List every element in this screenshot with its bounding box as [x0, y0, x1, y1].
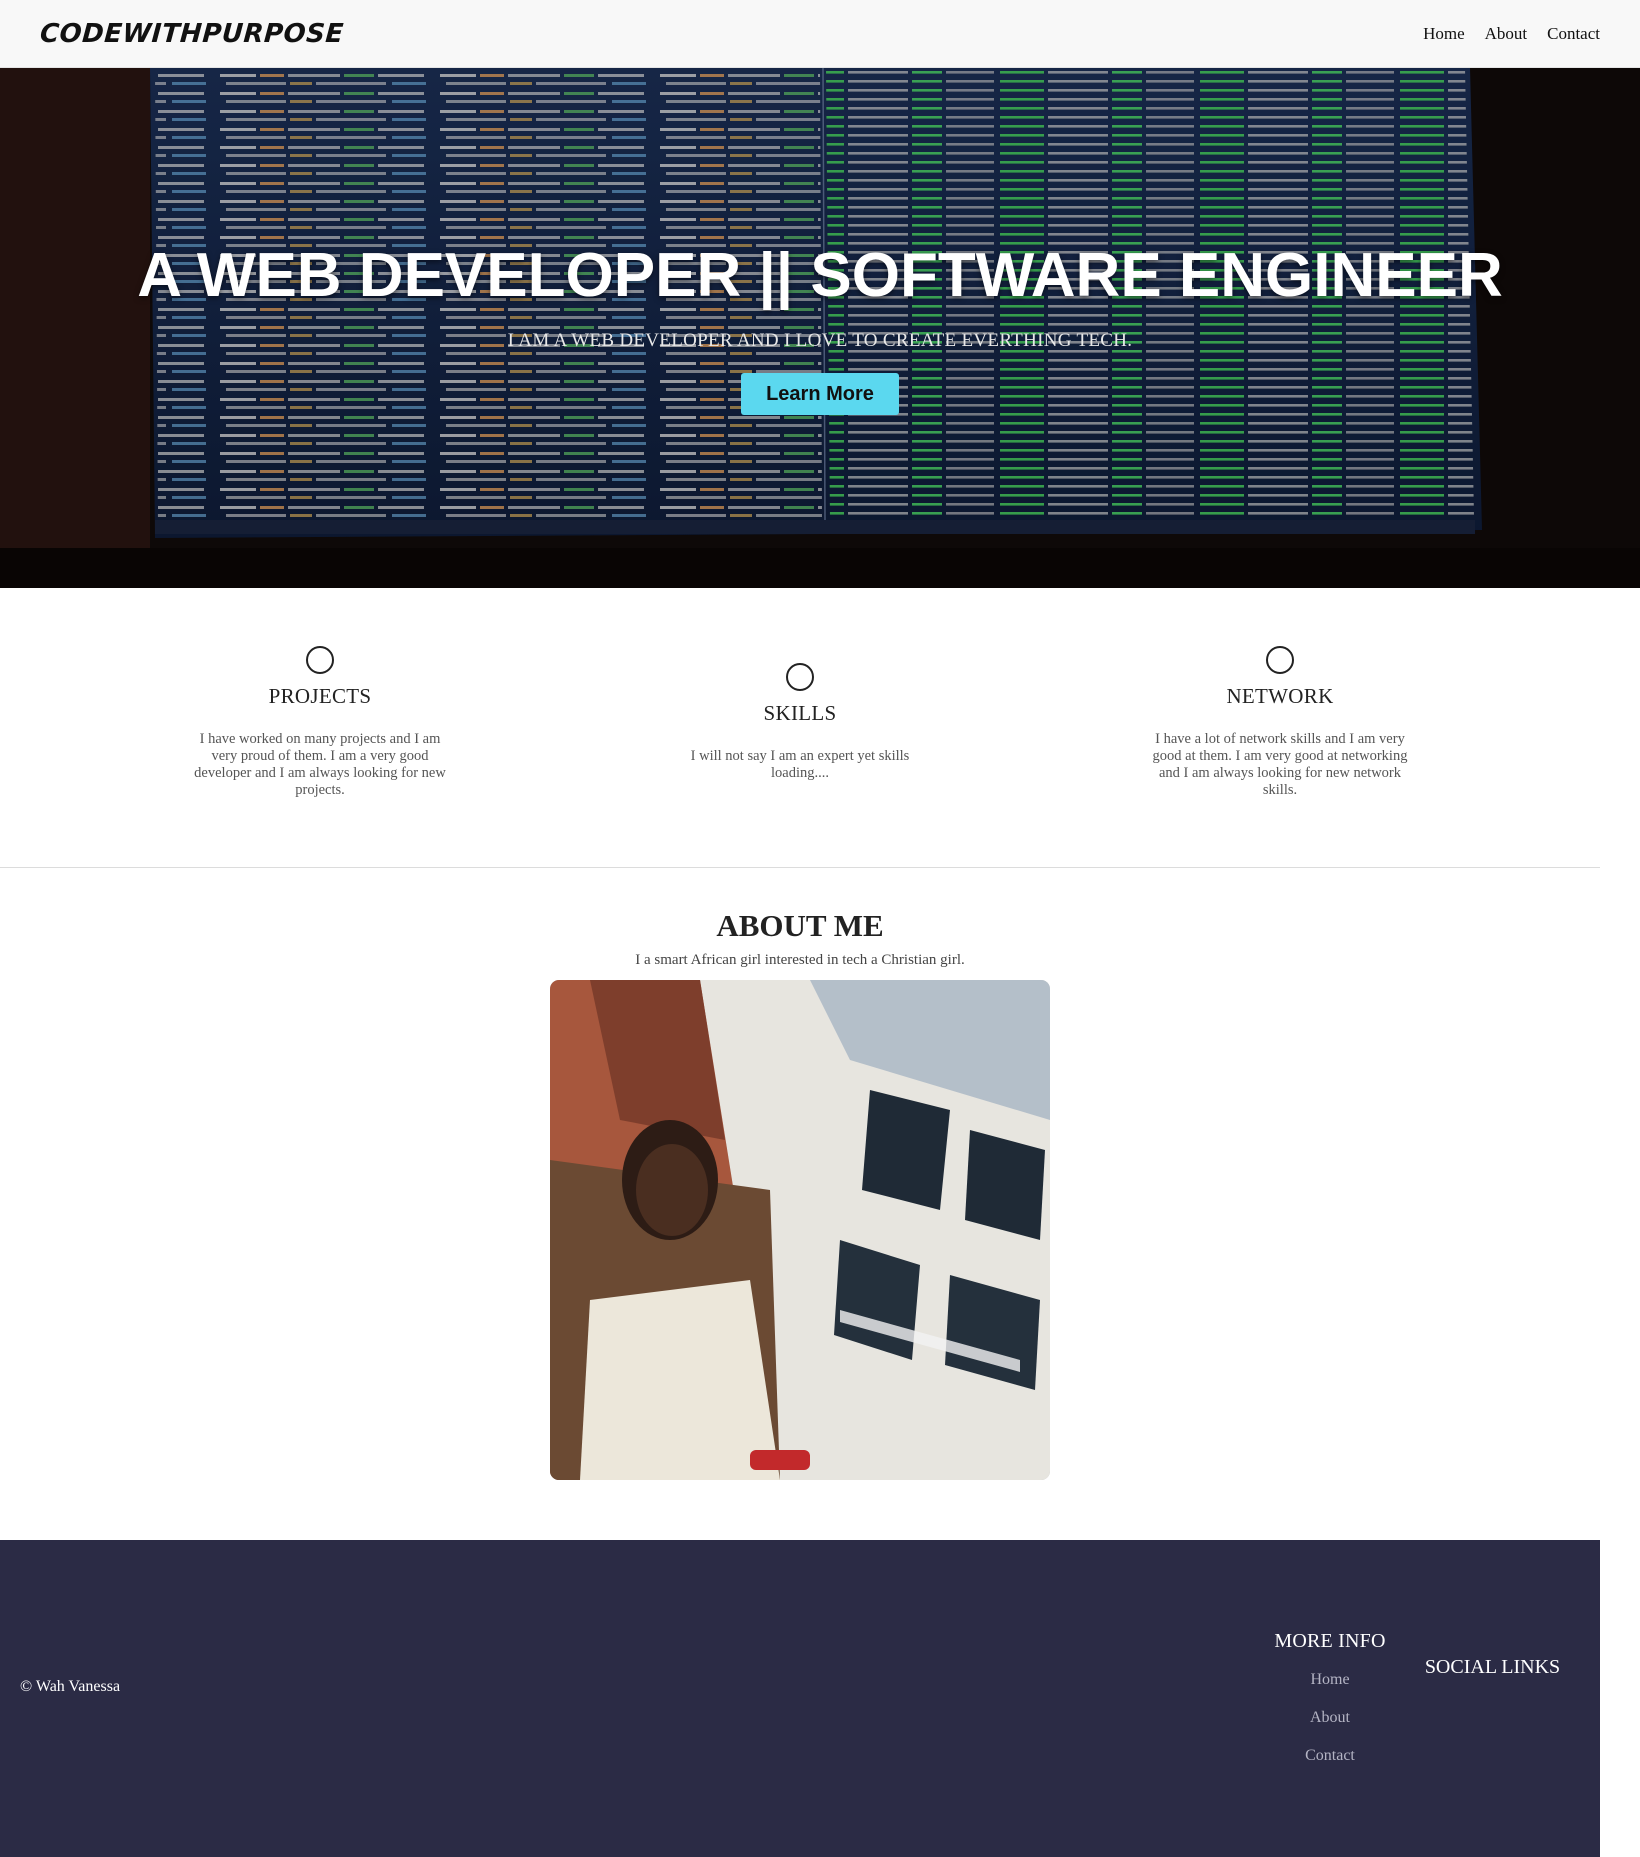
section-divider	[0, 867, 1600, 868]
hero-section: A WEB DEVELOPER || SOFTWARE ENGINEER I A…	[0, 68, 1640, 588]
site-footer: © Wah Vanessa MORE INFO Home About Conta…	[0, 1540, 1600, 1857]
nav-home-link[interactable]: Home	[1423, 24, 1465, 44]
hero-overlay	[0, 68, 1640, 588]
footer-contact-link[interactable]: Contact	[1250, 1747, 1410, 1765]
feature-skills: SKILLS I will not say I am an expert yet…	[670, 663, 930, 782]
learn-more-button[interactable]: Learn More	[741, 373, 899, 415]
copyright-text: © Wah Vanessa	[20, 1678, 121, 1695]
footer-home-link[interactable]: Home	[1250, 1671, 1410, 1689]
main-nav: Home About Contact	[1423, 24, 1600, 44]
circle-icon	[306, 646, 334, 674]
circle-icon	[1266, 646, 1294, 674]
social-links-title: SOCIAL LINKS	[1424, 1656, 1561, 1678]
feature-title: NETWORK	[1226, 684, 1334, 708]
features-section: PROJECTS I have worked on many projects …	[0, 588, 1600, 868]
more-info-title: MORE INFO	[1274, 1630, 1386, 1652]
feature-title: PROJECTS	[268, 684, 372, 708]
hero-title: A WEB DEVELOPER || SOFTWARE ENGINEER	[137, 241, 1503, 310]
profile-photo	[550, 980, 1050, 1480]
footer-about-link[interactable]: About	[1250, 1709, 1410, 1727]
feature-network: NETWORK I have a lot of network skills a…	[1150, 646, 1410, 799]
profile-photo-image	[550, 980, 1050, 1480]
more-info-section: MORE INFO Home About Contact	[1250, 1630, 1410, 1765]
about-title: ABOUT ME	[716, 908, 884, 943]
feature-title: SKILLS	[763, 701, 837, 725]
nav-about-link[interactable]: About	[1485, 24, 1528, 44]
brand-logo[interactable]: CODEWITHPURPOSE	[39, 19, 345, 49]
about-subtitle: I a smart African girl interested in tec…	[635, 952, 965, 968]
feature-projects: PROJECTS I have worked on many projects …	[190, 646, 450, 799]
hero-subtitle: I AM A WEB DEVELOPER AND I LOVE TO CREAT…	[507, 330, 1133, 351]
nav-contact-link[interactable]: Contact	[1547, 24, 1600, 44]
site-header: CODEWITHPURPOSE Home About Contact	[0, 0, 1640, 68]
feature-text: I will not say I am an expert yet skills…	[690, 748, 910, 781]
feature-text: I have a lot of network skills and I am …	[1152, 731, 1408, 798]
feature-text: I have worked on many projects and I am …	[194, 731, 446, 798]
circle-icon	[786, 663, 814, 691]
